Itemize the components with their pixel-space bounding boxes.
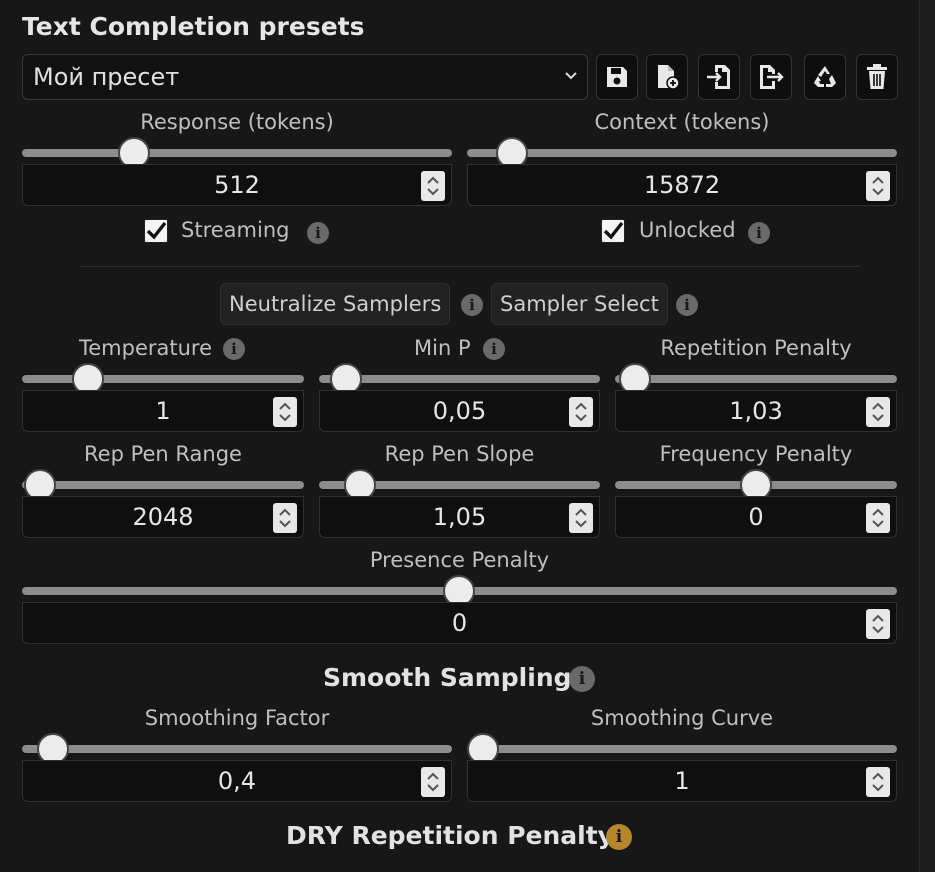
- info-icon[interactable]: i: [483, 338, 505, 360]
- context-slider[interactable]: [467, 137, 897, 169]
- scrollbar[interactable]: [919, 0, 935, 872]
- min-p-input[interactable]: 0,05: [319, 390, 600, 432]
- unlocked-label: Unlocked: [639, 218, 736, 242]
- sampler-select-label: Sampler Select: [500, 292, 659, 316]
- spinner-icon[interactable]: [866, 503, 890, 533]
- preset-select-value: Мой пресет: [33, 63, 180, 91]
- frequency-penalty-label: Frequency Penalty: [659, 442, 853, 466]
- response-value: 512: [214, 171, 260, 199]
- save-preset-button[interactable]: [596, 54, 638, 100]
- unlocked-checkbox[interactable]: [601, 219, 625, 243]
- spinner-icon[interactable]: [866, 609, 890, 639]
- spinner-icon[interactable]: [569, 503, 593, 533]
- context-label: Context (tokens): [594, 110, 770, 134]
- smoothing-curve-slider[interactable]: [467, 733, 897, 765]
- neutralize-samplers-label: Neutralize Samplers: [229, 292, 442, 316]
- new-preset-button[interactable]: [646, 54, 688, 100]
- info-icon[interactable]: i: [676, 294, 698, 316]
- min-p-label: Min P: [414, 336, 471, 360]
- temperature-label: Temperature: [79, 336, 213, 360]
- preset-select[interactable]: Мой пресет: [22, 54, 588, 100]
- presence-penalty-value: 0: [451, 609, 468, 637]
- save-icon: [607, 67, 627, 87]
- response-input[interactable]: 512: [22, 164, 452, 206]
- text-completion-panel: Text Completion presets Мой пресет Respo…: [0, 0, 935, 872]
- temperature-input[interactable]: 1: [22, 390, 304, 432]
- spinner-icon[interactable]: [569, 397, 593, 427]
- spinner-icon[interactable]: [421, 171, 445, 201]
- temperature-slider[interactable]: [22, 363, 304, 395]
- response-slider[interactable]: [22, 137, 452, 169]
- rep-pen-slope-label: Rep Pen Slope: [384, 442, 535, 466]
- context-value: 15872: [643, 171, 721, 199]
- spinner-icon[interactable]: [866, 397, 890, 427]
- spinner-icon[interactable]: [866, 171, 890, 201]
- info-icon[interactable]: i: [307, 222, 329, 244]
- smoothing-factor-label: Smoothing Factor: [144, 706, 330, 730]
- spinner-icon[interactable]: [866, 767, 890, 797]
- rep-pen-slope-input[interactable]: 1,05: [319, 496, 600, 538]
- info-icon[interactable]: i: [606, 824, 632, 850]
- info-icon[interactable]: i: [569, 666, 595, 692]
- streaming-label: Streaming: [181, 218, 290, 242]
- repetition-penalty-value: 1,03: [729, 397, 783, 425]
- checkmark-icon: [146, 221, 167, 240]
- context-input[interactable]: 15872: [467, 164, 897, 206]
- chevron-down-icon: [565, 72, 577, 80]
- smoothing-curve-input[interactable]: 1: [467, 760, 897, 802]
- smoothing-factor-slider[interactable]: [22, 733, 452, 765]
- restore-preset-button[interactable]: [804, 54, 846, 100]
- min-p-slider[interactable]: [319, 363, 600, 395]
- rep-pen-slope-value: 1,05: [432, 503, 487, 531]
- smoothing-factor-input[interactable]: 0,4: [22, 760, 452, 802]
- frequency-penalty-input[interactable]: 0: [615, 496, 897, 538]
- spinner-icon[interactable]: [273, 397, 297, 427]
- new-file-icon: [658, 65, 680, 90]
- repetition-penalty-input[interactable]: 1,03: [615, 390, 897, 432]
- export-preset-button[interactable]: [750, 54, 792, 100]
- repetition-penalty-slider[interactable]: [615, 363, 897, 395]
- presence-penalty-label: Presence Penalty: [369, 548, 550, 572]
- import-preset-button[interactable]: [698, 54, 740, 100]
- presence-penalty-input[interactable]: 0: [22, 602, 897, 644]
- panel-title: Text Completion presets: [22, 12, 365, 41]
- spinner-icon[interactable]: [421, 767, 445, 797]
- spinner-icon[interactable]: [273, 503, 297, 533]
- frequency-penalty-slider[interactable]: [615, 469, 897, 501]
- sampler-select-button[interactable]: Sampler Select: [491, 283, 668, 325]
- import-icon: [707, 65, 730, 89]
- trash-icon: [867, 64, 887, 89]
- rep-pen-slope-slider[interactable]: [319, 469, 600, 501]
- info-icon[interactable]: i: [748, 222, 770, 244]
- info-icon[interactable]: i: [461, 294, 483, 316]
- rep-pen-range-slider[interactable]: [22, 469, 304, 501]
- temperature-value: 1: [155, 397, 171, 425]
- smoothing-factor-value: 0,4: [217, 767, 257, 795]
- frequency-penalty-value: 0: [748, 503, 764, 531]
- min-p-value: 0,05: [432, 397, 487, 425]
- delete-preset-button[interactable]: [856, 54, 898, 100]
- repetition-penalty-label: Repetition Penalty: [660, 336, 852, 360]
- neutralize-samplers-button[interactable]: Neutralize Samplers: [220, 283, 451, 325]
- presence-penalty-slider[interactable]: [22, 575, 897, 607]
- smoothing-curve-label: Smoothing Curve: [590, 706, 774, 730]
- info-icon[interactable]: i: [223, 338, 245, 360]
- rep-pen-range-label: Rep Pen Range: [84, 442, 242, 466]
- export-icon: [760, 65, 784, 89]
- smoothing-curve-value: 1: [674, 767, 690, 795]
- rep-pen-range-value: 2048: [132, 503, 194, 531]
- divider: [80, 266, 860, 267]
- response-label: Response (tokens): [140, 110, 334, 134]
- rep-pen-range-input[interactable]: 2048: [22, 496, 304, 538]
- checkmark-icon: [603, 221, 624, 240]
- dry-penalty-heading: DRY Repetition Penalty: [286, 821, 614, 850]
- recycle-icon: [814, 66, 836, 87]
- smooth-sampling-heading: Smooth Sampling: [323, 663, 572, 692]
- streaming-checkbox[interactable]: [144, 219, 168, 243]
